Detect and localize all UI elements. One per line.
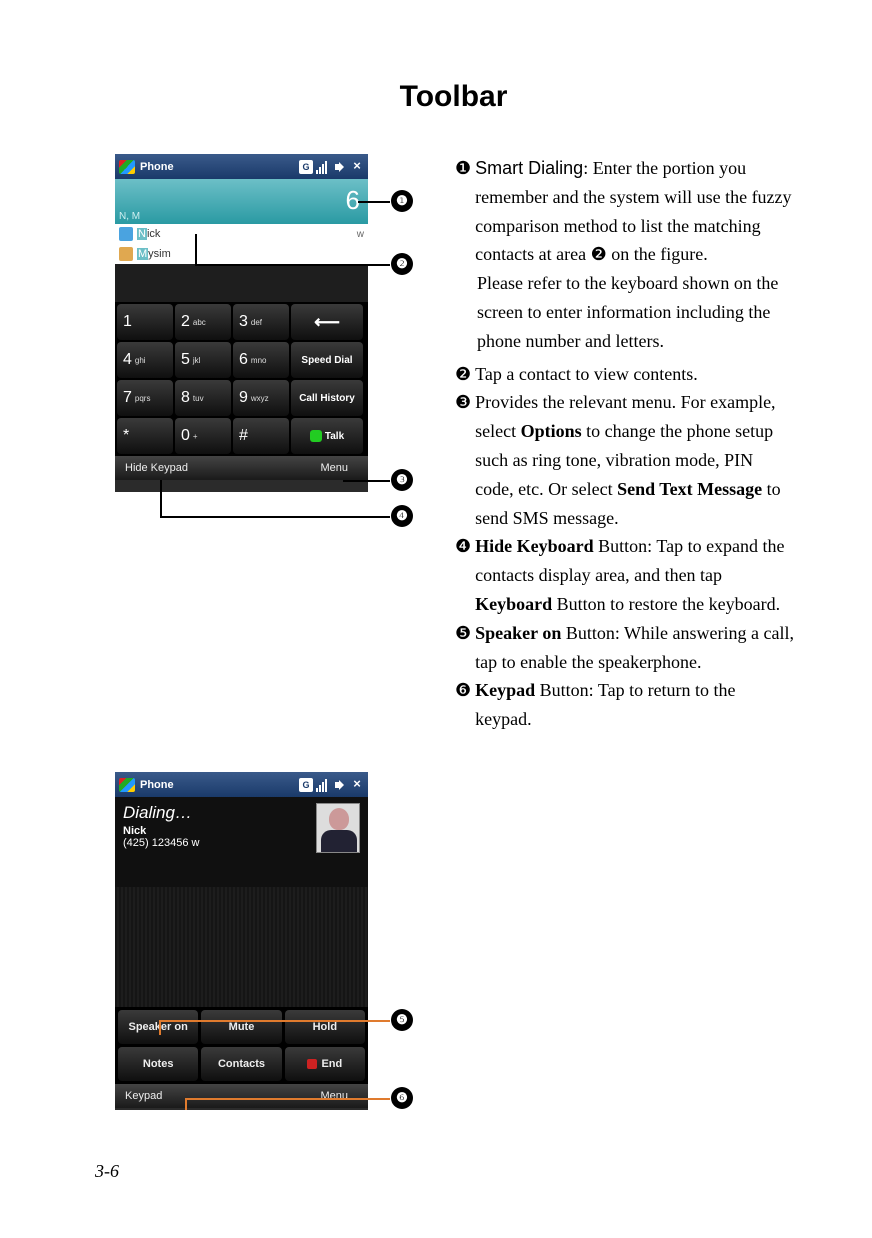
key-3[interactable]: 3def [233,304,289,340]
soft-left-button[interactable]: Hide Keypad [115,462,237,474]
key-9[interactable]: 9wxyz [233,380,289,416]
mute-button[interactable]: Mute [201,1010,281,1044]
callout-6: ❻ [391,1087,413,1109]
hold-button[interactable]: Hold [285,1010,365,1044]
leader-line [185,1098,187,1110]
sim-icon [119,247,133,261]
filter-hint: N, M [119,211,140,222]
description-column: ❶ Smart Dialing: Enter the portion you r… [455,154,795,1110]
key-2[interactable]: 2abc [175,304,231,340]
key-6[interactable]: 6mno [233,342,289,378]
contact-row[interactable]: Mysim [115,244,368,264]
key-speed-dial[interactable]: Speed Dial [291,342,363,378]
callout-ref-3: ❸ [455,388,471,532]
leader-line [343,480,390,482]
desc-item-1b: Please refer to the keyboard shown on th… [477,269,795,355]
signal-icon [316,160,330,174]
match-letter: N [137,228,147,240]
start-icon[interactable] [119,160,135,174]
callout-ref-2: ❷ [455,360,471,389]
key-5[interactable]: 5jkl [175,342,231,378]
callout-ref-6: ❻ [455,676,471,734]
key-backspace[interactable] [291,304,363,340]
desc-item-4: ❹ Hide Keyboard Button: Tap to expand th… [455,532,795,618]
leader-line [358,201,390,203]
desc-item-2: ❷ Tap a contact to view contents. [455,360,795,389]
call-status-area: Dialing… Nick (425) 123456 w [115,797,368,887]
leader-line [159,1020,161,1035]
leader-line [160,516,390,518]
match-letter: M [137,248,148,260]
callout-1: ❶ [391,190,413,212]
phone-screenshot-2: Phone G × Dialing… Nick (425) 123456 w S… [115,772,368,1110]
page-number: 3-6 [95,1161,119,1182]
soft-key-bar: Hide Keypad Menu [115,456,368,480]
phone-screenshot-1: Phone G × 6 N, M Nick w Mysim [115,154,368,492]
close-icon[interactable]: × [350,778,364,792]
leader-line [195,264,390,266]
volume-icon[interactable] [333,778,347,792]
key-star[interactable]: * [117,418,173,454]
app-title: Phone [140,161,174,173]
soft-key-bar: Keypad Menu [115,1084,368,1108]
notes-button[interactable]: Notes [118,1047,198,1081]
volume-icon[interactable] [333,160,347,174]
in-call-buttons: Speaker on Mute Hold Notes Contacts End [115,1007,368,1084]
callout-ref-5: ❺ [455,619,471,677]
desc-lead: Smart Dialing [475,158,583,178]
callout-3: ❸ [391,469,413,491]
title-bar: Phone G × [115,772,368,797]
soft-left-button[interactable]: Keypad [115,1090,237,1102]
g-icon: G [299,778,313,792]
soft-right-button[interactable]: Menu [237,1090,369,1102]
key-1[interactable]: 1 [117,304,173,340]
page-title: Toolbar [95,80,812,114]
key-4[interactable]: 4ghi [117,342,173,378]
desc-item-1: ❶ Smart Dialing: Enter the portion you r… [455,154,795,269]
callout-5: ❺ [391,1009,413,1031]
contact-photo [316,803,360,853]
contact-row[interactable]: Nick w [115,224,368,244]
start-icon[interactable] [119,778,135,792]
callout-ref-inline: ❷ [591,244,607,264]
key-7[interactable]: 7pqrs [117,380,173,416]
key-call-history[interactable]: Call History [291,380,363,416]
key-0[interactable]: 0+ [175,418,231,454]
signal-icon [316,778,330,792]
g-icon: G [299,160,313,174]
dial-keypad: 1 2abc 3def 4ghi 5jkl 6mno Speed Dial 7p… [115,302,368,456]
contact-icon [119,227,133,241]
desc-item-5: ❺ Speaker on Button: While answering a c… [455,619,795,677]
app-title: Phone [140,779,174,791]
callout-ref-4: ❹ [455,532,471,618]
close-icon[interactable]: × [350,160,364,174]
leader-line [160,480,162,517]
dial-display: 6 N, M [115,179,368,224]
leader-line [159,1020,390,1022]
callout-4: ❹ [391,505,413,527]
key-talk[interactable]: Talk [291,418,363,454]
leader-line [185,1098,390,1100]
callout-2: ❷ [391,253,413,275]
leader-line [195,234,197,264]
key-hash[interactable]: # [233,418,289,454]
figures-column: Phone G × 6 N, M Nick w Mysim [95,154,425,1110]
desc-item-6: ❻ Keypad Button: Tap to return to the ke… [455,676,795,734]
desc-item-3: ❸ Provides the relevant menu. For exampl… [455,388,795,532]
callout-ref-1: ❶ [455,154,471,269]
soft-right-button[interactable]: Menu [237,462,369,474]
contacts-button[interactable]: Contacts [201,1047,281,1081]
contact-list: Nick w Mysim [115,224,368,264]
key-8[interactable]: 8tuv [175,380,231,416]
end-button[interactable]: End [285,1047,365,1081]
title-bar: Phone G × [115,154,368,179]
